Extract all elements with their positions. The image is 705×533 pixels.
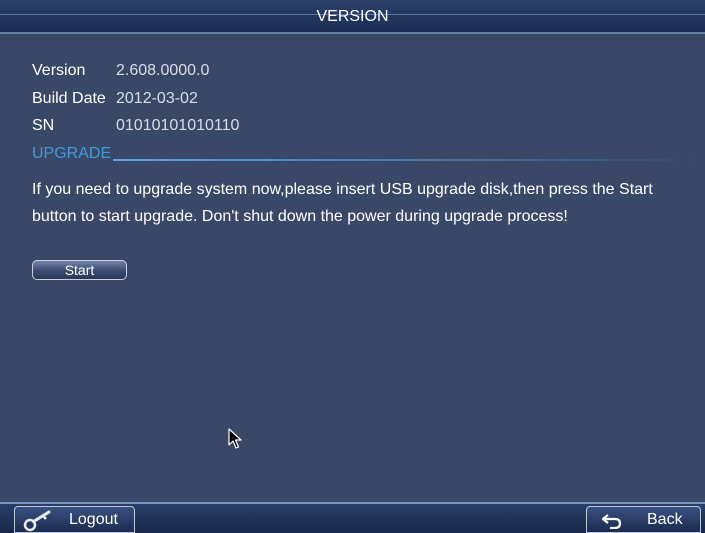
back-label: Back <box>647 511 683 528</box>
sn-row: SN 01010101010110 <box>32 117 239 135</box>
version-label: Version <box>32 62 86 79</box>
window-title: VERSION <box>316 8 389 25</box>
start-button[interactable]: Start <box>32 260 127 280</box>
upgrade-description: If you need to upgrade system now,please… <box>32 181 653 225</box>
mouse-pointer-icon <box>228 428 242 449</box>
build-date-row: Build Date 2012-03-02 <box>32 90 198 108</box>
build-date-label: Build Date <box>32 90 106 107</box>
key-icon <box>23 510 51 532</box>
sn-label: SN <box>32 117 55 134</box>
version-value: 2.608.0000.0 <box>116 62 210 79</box>
title-bar: VERSION <box>0 0 705 34</box>
back-arrow-icon <box>601 514 622 529</box>
footer-bar: Logout Back <box>0 502 705 533</box>
upgrade-section-title: UPGRADE <box>32 145 114 163</box>
back-button[interactable]: Back <box>586 506 701 533</box>
sn-value: 01010101010110 <box>116 117 240 134</box>
build-date-value: 2012-03-02 <box>116 90 198 107</box>
upgrade-section-header: UPGRADE <box>32 145 702 163</box>
version-window: VERSION Version 2.608.0000.0 Build Date 20… <box>0 0 705 533</box>
logout-label: Logout <box>69 511 118 528</box>
section-divider <box>112 159 702 161</box>
logout-button[interactable]: Logout <box>14 506 135 533</box>
version-row: Version 2.608.0000.0 <box>32 62 209 80</box>
